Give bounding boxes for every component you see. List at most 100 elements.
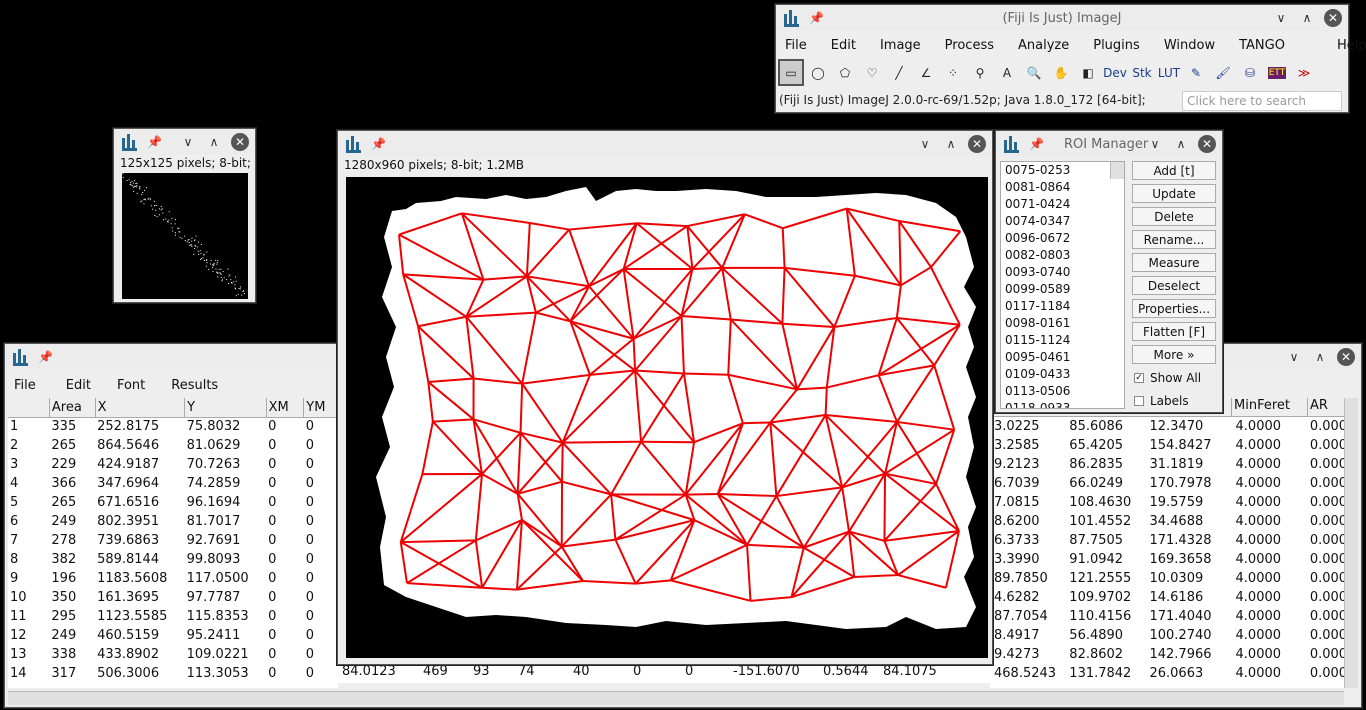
table-row[interactable]: 14 317 506.3006 113.3053 0 0 [8,664,338,683]
more-tools-icon[interactable]: ≫ [1291,59,1317,86]
close-icon[interactable]: ✕ [968,135,986,153]
table-row[interactable]: 3.2585 65.4205 154.8427 4.0000 0.000 [990,436,1345,455]
roi-list-scrollbar[interactable] [1110,162,1124,179]
pin-icon[interactable]: 📌 [371,137,386,151]
roi-list-item[interactable]: 0113-0506 [1003,383,1124,400]
ett-tool-icon[interactable]: ETT [1264,59,1290,86]
maximize-icon[interactable]: ∧ [205,133,223,151]
menu-window[interactable]: Window [1155,38,1224,53]
minimize-icon[interactable]: ∨ [179,133,197,151]
menu-results[interactable]: Results [162,378,227,393]
table-row[interactable]: 7 278 739.6863 92.7691 0 0 [8,531,338,550]
roi-list-item[interactable]: 0117-1184 [1003,298,1124,315]
brush-tool-icon[interactable]: 🖌 [1210,59,1236,86]
table-row[interactable]: 8.6200 101.4552 34.4688 4.0000 0.000 [990,512,1345,531]
close-icon[interactable]: ✕ [1337,348,1355,366]
minimize-icon[interactable]: ∨ [1146,135,1164,153]
flood-fill-tool-icon[interactable]: ⛁ [1237,59,1263,86]
table-row[interactable]: 3 229 424.9187 70.7263 0 0 [8,455,338,474]
update-button[interactable]: Update [1132,184,1216,203]
table-row[interactable]: 10 350 161.3695 97.7787 0 0 [8,588,338,607]
roi-titlebar[interactable]: 📌 ROI Manager ∨ ∧ ✕ [996,131,1222,157]
roi-list-item[interactable]: 0074-0347 [1003,213,1124,230]
table-row[interactable]: 8 382 589.8144 99.8093 0 0 [8,550,338,569]
table-row[interactable]: 2 265 864.5646 81.0629 0 0 [8,436,338,455]
rename-button[interactable]: Rename... [1132,230,1216,249]
table-row[interactable]: 5 265 671.6516 96.1694 0 0 [8,493,338,512]
horizontal-scrollbar[interactable] [8,691,1344,705]
menu-edit[interactable]: Edit [822,38,865,53]
table-row[interactable]: 11 295 1123.5585 115.8353 0 0 [8,607,338,626]
lut-menu-icon[interactable]: LUT [1156,59,1182,86]
table-row[interactable]: 7.0815 108.4630 19.5759 4.0000 0.000 [990,493,1345,512]
roi-list-item[interactable]: 0075-0253 [1003,162,1124,179]
maximize-icon[interactable]: ∧ [1298,9,1316,27]
search-input[interactable]: Click here to search [1182,91,1342,111]
pin-icon[interactable]: 📌 [147,135,162,149]
small-image-titlebar[interactable]: 📌 ∨ ∧ ✕ [114,129,255,155]
show-all-checkbox[interactable]: ✓ Show All [1132,368,1216,387]
more-button[interactable]: More » [1132,345,1216,364]
angle-tool-icon[interactable]: ∠ [913,59,939,86]
pencil-tool-icon[interactable]: ✎ [1183,59,1209,86]
labels-checkbox[interactable]: Labels [1132,391,1216,410]
menu-process[interactable]: Process [936,38,1003,53]
roi-list-item[interactable]: 0099-0589 [1003,281,1124,298]
roi-list-item[interactable]: 0115-1124 [1003,332,1124,349]
menu-edit[interactable]: Edit [57,378,100,393]
add-button[interactable]: Add [t] [1132,161,1216,180]
table-row[interactable]: 9 196 1183.5608 117.0500 0 0 [8,569,338,588]
main-image-canvas[interactable] [346,177,988,658]
menu-analyze[interactable]: Analyze [1009,38,1078,53]
roi-list[interactable]: 0075-0253 0081-0864 0071-0424 0074-0347 0096… [1000,161,1125,409]
table-row[interactable]: 4 366 347.6964 74.2859 0 0 [8,474,338,493]
col-header[interactable]: Area [49,398,96,418]
table-row[interactable]: 6 249 802.3951 81.7017 0 0 [8,512,338,531]
table-row[interactable]: 4.6282 109.9702 14.6186 4.0000 0.000 [990,588,1345,607]
close-icon[interactable]: ✕ [1198,135,1216,153]
maximize-icon[interactable]: ∧ [1311,348,1329,366]
hand-tool-icon[interactable]: ✋ [1048,59,1074,86]
table-row[interactable]: 9.4273 82.8602 142.7966 4.0000 0.000 [990,645,1345,664]
magnifier-tool-icon[interactable]: 🔍 [1021,59,1047,86]
roi-list-item[interactable]: 0098-0161 [1003,315,1124,332]
roi-list-item[interactable]: 0118-0933 [1003,400,1124,408]
table-row[interactable]: 468.5243 131.7842 26.0663 4.0000 0.000 [990,664,1345,683]
maximize-icon[interactable]: ∧ [1172,135,1190,153]
small-image-canvas[interactable] [122,173,248,299]
table-row[interactable]: 6.3733 87.7505 171.4328 4.0000 0.000 [990,531,1345,550]
col-header[interactable]: XM [266,398,305,418]
oval-tool-icon[interactable]: ◯ [805,59,831,86]
table-row[interactable]: 8.4917 56.4890 100.2740 4.0000 0.000 [990,626,1345,645]
col-header[interactable]: X [95,398,186,418]
main-image-titlebar[interactable]: 📌 ∨ ∧ ✕ [338,131,992,157]
col-header[interactable]: Y [184,398,267,418]
roi-list-item[interactable]: 0071-0424 [1003,196,1124,213]
pin-icon[interactable]: 📌 [38,350,53,364]
table-row[interactable]: 6.7039 66.0249 170.7978 4.0000 0.000 [990,474,1345,493]
freehand-tool-icon[interactable]: ♡ [859,59,885,86]
table-row[interactable]: 13 338 433.8902 109.0221 0 0 [8,645,338,664]
pin-icon[interactable]: 📌 [809,11,824,25]
menu-file[interactable]: File [5,378,45,393]
multipoint-tool-icon[interactable]: ⁘ [940,59,966,86]
maximize-icon[interactable]: ∧ [942,135,960,153]
close-icon[interactable]: ✕ [231,133,249,151]
stk-menu-icon[interactable]: Stk [1129,59,1155,86]
minimize-icon[interactable]: ∨ [1272,9,1290,27]
minimize-icon[interactable]: ∨ [916,135,934,153]
menu-help[interactable]: Help [1328,38,1366,53]
menu-font[interactable]: Font [108,378,154,393]
text-tool-icon[interactable]: A [994,59,1020,86]
roi-list-item[interactable]: 0093-0740 [1003,264,1124,281]
deselect-button[interactable]: Deselect [1132,276,1216,295]
minimize-icon[interactable]: ∨ [1285,348,1303,366]
measure-button[interactable]: Measure [1132,253,1216,272]
close-icon[interactable]: ✕ [1324,9,1342,27]
col-header[interactable] [8,398,50,418]
roi-list-item[interactable]: 0095-0461 [1003,349,1124,366]
table-row[interactable]: 89.7850 121.2555 10.0309 4.0000 0.000 [990,569,1345,588]
roi-list-item[interactable]: 0081-0864 [1003,179,1124,196]
rectangle-tool-icon[interactable]: ▭ [778,59,804,86]
table-row[interactable]: 87.7054 110.4156 171.4040 4.0000 0.000 [990,607,1345,626]
